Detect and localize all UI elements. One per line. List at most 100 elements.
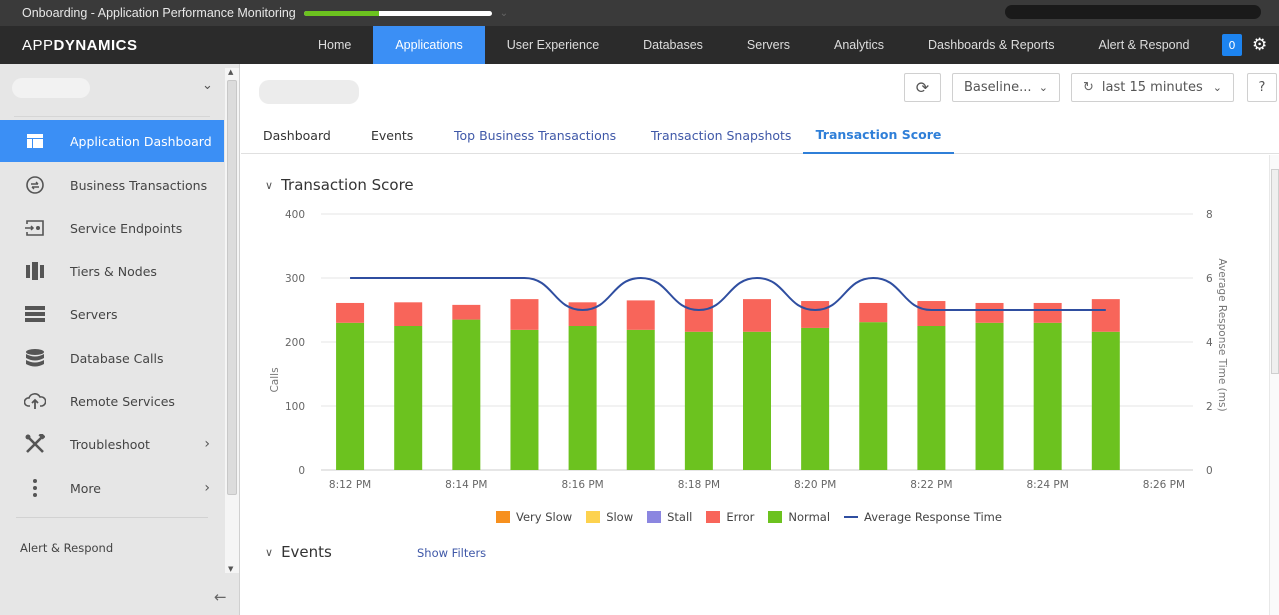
scroll-down-icon[interactable]: ▼	[228, 565, 233, 573]
refresh-button[interactable]: ⟳	[904, 73, 941, 102]
legend-swatch	[768, 511, 783, 523]
bar-normal	[743, 331, 771, 470]
sidebar-item-label: Tiers & Nodes	[70, 263, 157, 279]
progress-fill	[303, 10, 379, 16]
baseline-dropdown[interactable]: Baseline... ⌄	[952, 73, 1060, 102]
tab-transaction-score[interactable]: Transaction Score	[803, 116, 954, 154]
bar-normal	[452, 319, 481, 470]
cloud-upload-icon	[0, 392, 70, 410]
y-tick-label: 100	[285, 401, 305, 413]
transaction-score-header[interactable]: ∨ Transaction Score	[265, 176, 414, 194]
y2-tick-label: 0	[1206, 465, 1213, 477]
bar-error	[801, 301, 830, 328]
notification-badge[interactable]: 0	[1222, 34, 1242, 56]
chevron-down-icon: ∨	[265, 545, 274, 559]
scrollbar-thumb[interactable]	[1271, 169, 1279, 374]
sidebar-item-service-endpoints[interactable]: Service Endpoints	[0, 207, 224, 249]
chevron-down-icon: ∨	[265, 178, 274, 192]
logo-light: APP	[22, 36, 54, 54]
bar-error	[1091, 299, 1120, 332]
chevron-down-icon[interactable]: ⌄	[202, 78, 213, 93]
dashboard-icon	[0, 134, 70, 148]
bar-error	[1033, 302, 1062, 323]
chevron-right-icon: ›	[204, 480, 210, 496]
chart-legend: Very Slow Slow Stall Error Normal Average Res…	[496, 510, 1016, 524]
divider	[14, 116, 210, 117]
y2-tick-label: 2	[1206, 401, 1213, 413]
bar-error	[510, 299, 539, 330]
scroll-up-icon[interactable]: ▲	[228, 68, 233, 76]
application-title	[259, 80, 359, 104]
bar-normal	[975, 322, 1004, 470]
main-nav: APPDYNAMICS Home Applications User Exper…	[0, 26, 1279, 64]
nav-alert-respond[interactable]: Alert & Respond	[1076, 26, 1211, 64]
tab-top-business-transactions[interactable]: Top Business Transactions	[454, 116, 616, 154]
sidebar-item-tiers-nodes[interactable]: Tiers & Nodes	[0, 250, 224, 292]
sidebar-item-servers[interactable]: Servers	[0, 293, 224, 335]
section-title: Events	[281, 543, 332, 561]
nav-user-experience[interactable]: User Experience	[485, 26, 621, 64]
legend-label: Average Response Time	[864, 510, 1002, 524]
sidebar-item-more[interactable]: More ›	[0, 467, 224, 509]
auto-refresh-icon: ↻	[1083, 80, 1094, 95]
sidebar-item-remote-services[interactable]: Remote Services	[0, 380, 224, 422]
collapse-sidebar-icon[interactable]: ←	[214, 588, 227, 606]
x-tick-label: 8:22 PM	[910, 479, 952, 491]
legend-swatch	[586, 511, 601, 523]
application-selector[interactable]	[12, 78, 90, 98]
nav-servers[interactable]: Servers	[725, 26, 812, 64]
y2-tick-label: 4	[1206, 337, 1213, 349]
bar-normal	[801, 327, 830, 470]
legend-item-average-response-time[interactable]: Average Response Time	[844, 510, 1002, 524]
legend-item-slow[interactable]: Slow	[586, 510, 633, 524]
x-tick-label: 8:18 PM	[678, 479, 720, 491]
tab-events[interactable]: Events	[371, 116, 413, 154]
content-scrollbar[interactable]	[1269, 155, 1279, 615]
baseline-label: Baseline...	[964, 80, 1032, 95]
help-button[interactable]: ?	[1247, 73, 1277, 102]
y-tick-label: 300	[285, 273, 305, 285]
bar-error	[394, 302, 423, 326]
time-range-dropdown[interactable]: ↻ last 15 minutes ⌄	[1071, 73, 1234, 102]
tab-transaction-snapshots[interactable]: Transaction Snapshots	[651, 116, 791, 154]
onboarding-bar: Onboarding - Application Performance Mon…	[0, 0, 1279, 26]
main-content: ⟳ Baseline... ⌄ ↻ last 15 minutes ⌄ ? Da…	[241, 64, 1279, 615]
chevron-down-icon[interactable]: ⌄	[500, 8, 508, 19]
legend-swatch	[706, 511, 721, 523]
sidebar-item-label: Application Dashboard	[70, 133, 212, 149]
bar-error	[975, 302, 1004, 323]
onboarding-title: Onboarding - Application Performance Mon…	[22, 6, 296, 20]
nav-home[interactable]: Home	[296, 26, 373, 64]
nav-databases[interactable]: Databases	[621, 26, 725, 64]
sidebar-alert-respond[interactable]: Alert & Respond	[20, 541, 113, 555]
sidebar-item-label: More	[70, 480, 101, 496]
bar-normal	[568, 326, 597, 470]
legend-item-very-slow[interactable]: Very Slow	[496, 510, 572, 524]
legend-item-stall[interactable]: Stall	[647, 510, 692, 524]
appdynamics-logo[interactable]: APPDYNAMICS	[22, 37, 318, 54]
show-filters-link[interactable]: Show Filters	[417, 546, 486, 560]
legend-item-error[interactable]: Error	[706, 510, 754, 524]
legend-item-normal[interactable]: Normal	[768, 510, 830, 524]
sidebar-item-label: Service Endpoints	[70, 220, 183, 236]
transaction-score-chart: 0 100 200 300 400 0 2 4 6 8 8:12 PM 8:14 PM 8:16 PM 8…	[269, 209, 1228, 491]
nav-applications[interactable]: Applications	[373, 26, 485, 64]
bar-error	[684, 299, 713, 332]
nav-dashboards-reports[interactable]: Dashboards & Reports	[906, 26, 1076, 64]
scrollbar-thumb[interactable]	[227, 80, 237, 495]
x-tick-label: 8:14 PM	[445, 479, 487, 491]
sidebar-item-business-transactions[interactable]: Business Transactions	[0, 164, 224, 206]
sidebar-item-database-calls[interactable]: Database Calls	[0, 337, 224, 379]
legend-label: Normal	[788, 510, 831, 524]
sidebar-item-troubleshoot[interactable]: Troubleshoot ›	[0, 423, 224, 465]
sidebar-scrollbar[interactable]: ▲ ▼	[225, 68, 239, 573]
nav-analytics[interactable]: Analytics	[812, 26, 906, 64]
sidebar-item-application-dashboard[interactable]: Application Dashboard	[0, 120, 224, 162]
y2-axis-label: Average Response Time (ms)	[1216, 258, 1228, 411]
x-tick-label: 8:20 PM	[794, 479, 836, 491]
tab-dashboard[interactable]: Dashboard	[263, 116, 331, 154]
bar-normal	[336, 322, 365, 470]
events-header[interactable]: ∨ Events	[265, 543, 332, 561]
more-vertical-icon	[0, 479, 70, 497]
gear-icon[interactable]: ⚙	[1252, 35, 1267, 55]
